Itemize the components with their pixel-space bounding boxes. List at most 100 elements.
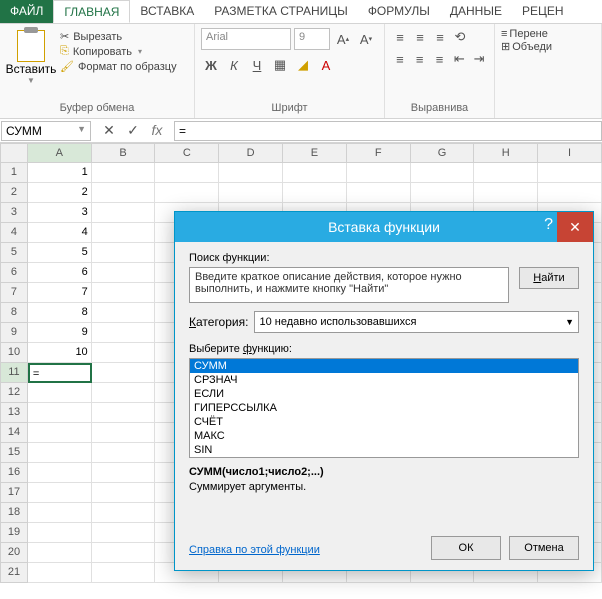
row-header[interactable]: 4	[0, 223, 28, 243]
cell[interactable]	[155, 183, 219, 203]
merge-button[interactable]: ⊞Объеди	[501, 40, 595, 53]
cell[interactable]	[92, 323, 156, 343]
bold-button[interactable]: Ж	[201, 54, 221, 76]
cell[interactable]: 5	[28, 243, 92, 263]
cell[interactable]	[92, 223, 156, 243]
cancel-button[interactable]: Отмена	[509, 536, 579, 560]
cell[interactable]	[474, 183, 538, 203]
cell[interactable]	[28, 423, 92, 443]
cell[interactable]	[28, 543, 92, 563]
align-middle-icon[interactable]: ≡	[411, 28, 429, 46]
cell[interactable]	[219, 163, 283, 183]
row-header[interactable]: 11	[0, 363, 28, 383]
align-right-icon[interactable]: ≡	[431, 50, 449, 68]
row-header[interactable]: 7	[0, 283, 28, 303]
wrap-text-button[interactable]: ≡Перене	[501, 28, 595, 40]
align-left-icon[interactable]: ≡	[391, 50, 409, 68]
cell[interactable]: 2	[28, 183, 92, 203]
cell[interactable]	[92, 563, 156, 583]
font-color-button[interactable]: A	[316, 54, 336, 76]
cell[interactable]: 9	[28, 323, 92, 343]
function-list-item[interactable]: СРЗНАЧ	[190, 373, 578, 387]
cell[interactable]	[92, 383, 156, 403]
cell[interactable]	[411, 183, 475, 203]
cell[interactable]	[538, 163, 602, 183]
row-header[interactable]: 5	[0, 243, 28, 263]
tab-review[interactable]: РЕЦЕН	[512, 0, 574, 23]
cell[interactable]	[92, 543, 156, 563]
column-header[interactable]: D	[219, 143, 283, 163]
function-list-item[interactable]: СУММ	[190, 359, 578, 373]
row-header[interactable]: 17	[0, 483, 28, 503]
search-input[interactable]: Введите краткое описание действия, котор…	[189, 267, 509, 303]
column-header[interactable]: H	[474, 143, 538, 163]
cell[interactable]	[283, 183, 347, 203]
column-header[interactable]: C	[155, 143, 219, 163]
cancel-formula-icon[interactable]: ✕	[100, 122, 118, 139]
row-header[interactable]: 6	[0, 263, 28, 283]
row-header[interactable]: 9	[0, 323, 28, 343]
column-header[interactable]: F	[347, 143, 411, 163]
accept-formula-icon[interactable]: ✓	[124, 122, 142, 139]
cell[interactable]	[347, 163, 411, 183]
tab-home[interactable]: ГЛАВНАЯ	[53, 0, 130, 23]
tab-formulas[interactable]: ФОРМУЛЫ	[358, 0, 440, 23]
cell[interactable]	[92, 283, 156, 303]
function-list[interactable]: СУММСРЗНАЧЕСЛИГИПЕРССЫЛКАСЧЁТМАКСSIN	[189, 358, 579, 458]
paste-button[interactable]: Вставить ▼	[6, 28, 56, 87]
row-header[interactable]: 3	[0, 203, 28, 223]
cell[interactable]	[28, 463, 92, 483]
row-header[interactable]: 19	[0, 523, 28, 543]
column-header[interactable]: B	[92, 143, 156, 163]
function-list-item[interactable]: ЕСЛИ	[190, 387, 578, 401]
row-header[interactable]: 20	[0, 543, 28, 563]
align-top-icon[interactable]: ≡	[391, 28, 409, 46]
row-header[interactable]: 8	[0, 303, 28, 323]
border-button[interactable]: ▦	[270, 54, 290, 76]
cell[interactable]	[92, 263, 156, 283]
cell[interactable]	[92, 363, 156, 383]
function-list-item[interactable]: СЧЁТ	[190, 415, 578, 429]
cell[interactable]	[28, 443, 92, 463]
row-header[interactable]: 14	[0, 423, 28, 443]
row-header[interactable]: 2	[0, 183, 28, 203]
cell[interactable]	[28, 563, 92, 583]
cell[interactable]	[92, 423, 156, 443]
help-icon[interactable]: ?	[544, 216, 553, 234]
formula-input[interactable]: =	[174, 121, 602, 141]
row-header[interactable]: 15	[0, 443, 28, 463]
help-link[interactable]: Справка по этой функции	[189, 544, 320, 556]
fx-icon[interactable]: fx	[148, 122, 166, 139]
font-name-select[interactable]: Arial	[201, 28, 291, 50]
cell[interactable]	[92, 483, 156, 503]
cell[interactable]: 6	[28, 263, 92, 283]
cell[interactable]	[28, 383, 92, 403]
cell[interactable]	[92, 243, 156, 263]
cell[interactable]	[411, 163, 475, 183]
column-header[interactable]: A	[28, 143, 92, 163]
decrease-font-icon[interactable]: A▾	[356, 28, 376, 50]
ok-button[interactable]: ОК	[431, 536, 501, 560]
cell[interactable]	[538, 183, 602, 203]
select-all-corner[interactable]	[0, 143, 28, 163]
italic-button[interactable]: К	[224, 54, 244, 76]
function-list-item[interactable]: МАКС	[190, 429, 578, 443]
cell[interactable]: 7	[28, 283, 92, 303]
tab-file[interactable]: ФАЙЛ	[0, 0, 53, 23]
row-header[interactable]: 21	[0, 563, 28, 583]
cell[interactable]	[92, 443, 156, 463]
align-bottom-icon[interactable]: ≡	[431, 28, 449, 46]
cell[interactable]	[219, 183, 283, 203]
row-header[interactable]: 12	[0, 383, 28, 403]
cell[interactable]	[92, 523, 156, 543]
cell[interactable]	[92, 343, 156, 363]
column-header[interactable]: E	[283, 143, 347, 163]
column-header[interactable]: I	[538, 143, 602, 163]
cell[interactable]: 4	[28, 223, 92, 243]
indent-increase-icon[interactable]: ⇥	[470, 50, 488, 68]
cell[interactable]	[28, 523, 92, 543]
close-icon[interactable]: ✕	[557, 212, 593, 242]
cut-button[interactable]: ✂Вырезать	[60, 30, 177, 43]
tab-data[interactable]: ДАННЫЕ	[440, 0, 512, 23]
cell[interactable]	[92, 303, 156, 323]
